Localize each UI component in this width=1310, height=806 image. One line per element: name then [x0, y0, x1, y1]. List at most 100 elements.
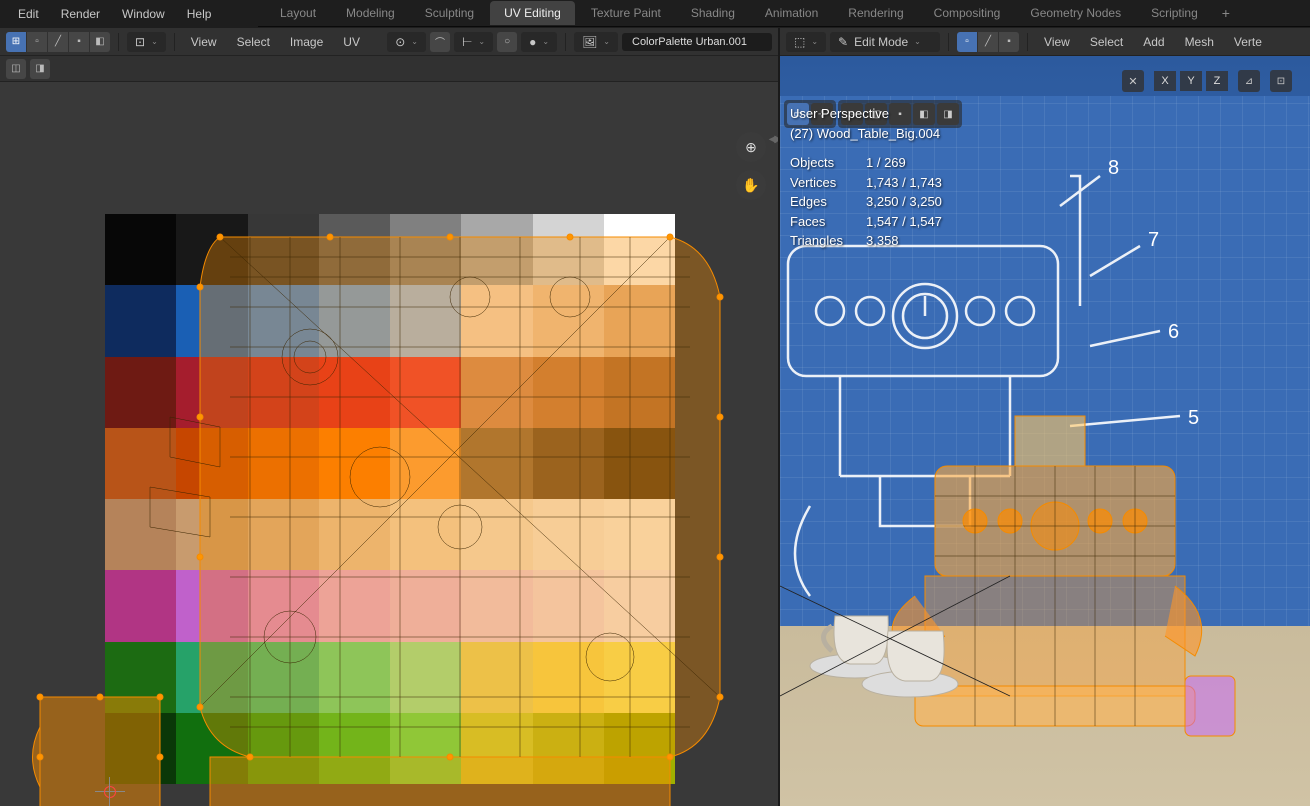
- palette-swatch: [176, 428, 247, 499]
- palette-swatch: [176, 214, 247, 285]
- tab-uv-editing[interactable]: UV Editing: [490, 1, 575, 25]
- tab-layout[interactable]: Layout: [266, 1, 330, 25]
- palette-swatch: [248, 499, 319, 570]
- 3d-viewport[interactable]: 8 7 6 5: [780, 56, 1310, 806]
- tab-add[interactable]: +: [1214, 1, 1238, 25]
- palette-swatch: [604, 713, 675, 784]
- palette-swatch: [319, 570, 390, 641]
- palette-swatch: [390, 570, 461, 641]
- palette-swatch: [176, 285, 247, 356]
- edge-mode-icon[interactable]: ╱: [978, 32, 998, 52]
- palette-swatch: [319, 428, 390, 499]
- face-select-mode-icon[interactable]: ▪: [69, 32, 89, 52]
- vertex-mode-icon[interactable]: ▫: [957, 32, 977, 52]
- zoom-button[interactable]: ⊕: [736, 132, 766, 162]
- mirror-x-button[interactable]: X: [1154, 71, 1176, 91]
- palette-swatch: [105, 499, 176, 570]
- palette-swatch: [533, 499, 604, 570]
- mirror-y-button[interactable]: Y: [1180, 71, 1202, 91]
- editor-type-dropdown[interactable]: ⬚⌄: [786, 32, 826, 52]
- vertex-select-mode-icon[interactable]: ▫: [27, 32, 47, 52]
- uv-menu-uv[interactable]: UV: [335, 31, 368, 53]
- uv-snap-dropdown[interactable]: ⊡⌄: [127, 32, 166, 52]
- palette-swatch: [461, 285, 532, 356]
- palette-swatch: [461, 499, 532, 570]
- pivot-icon: ⊙: [395, 35, 405, 49]
- perspective-label: User Perspective: [790, 104, 942, 124]
- palette-swatch: [248, 428, 319, 499]
- palette-swatch: [248, 642, 319, 713]
- snap-options-dropdown[interactable]: ⊢⌄: [454, 32, 493, 52]
- palette-swatch: [390, 428, 461, 499]
- display-channels-icon[interactable]: ◫: [6, 59, 26, 79]
- menu-edit[interactable]: Edit: [8, 3, 49, 25]
- tab-sculpting[interactable]: Sculpting: [411, 1, 488, 25]
- uv-sync-selection-icon[interactable]: ⊞: [6, 32, 26, 52]
- proportional-edit-icon[interactable]: ○: [497, 32, 517, 52]
- cursor-2d-icon: [95, 777, 125, 806]
- tab-texture-paint[interactable]: Texture Paint: [577, 1, 675, 25]
- uv-menu-view[interactable]: View: [183, 31, 225, 53]
- palette-swatch: [319, 642, 390, 713]
- image-name-field[interactable]: ColorPalette Urban.001: [622, 33, 772, 51]
- face-mode-icon[interactable]: ▪: [999, 32, 1019, 52]
- palette-swatch: [319, 214, 390, 285]
- palette-swatch: [248, 214, 319, 285]
- edge-select-mode-icon[interactable]: ╱: [48, 32, 68, 52]
- menu-window[interactable]: Window: [112, 3, 175, 25]
- palette-swatch: [390, 642, 461, 713]
- palette-swatch: [319, 499, 390, 570]
- menu-help[interactable]: Help: [177, 3, 222, 25]
- tab-geometry-nodes[interactable]: Geometry Nodes: [1016, 1, 1135, 25]
- snap-toggle-icon[interactable]: ⌒: [430, 32, 450, 52]
- viewport-stats: User Perspective (27) Wood_Table_Big.004…: [790, 104, 942, 251]
- mirror-z-button[interactable]: Z: [1206, 71, 1228, 91]
- workspace-tabs: Layout Modeling Sculpting UV Editing Tex…: [258, 0, 1310, 27]
- palette-swatch: [105, 642, 176, 713]
- palette-swatch: [248, 570, 319, 641]
- palette-swatch: [461, 713, 532, 784]
- palette-swatch: [461, 214, 532, 285]
- uv-menu-select[interactable]: Select: [229, 31, 278, 53]
- image-browse-dropdown[interactable]: 🖼⌄: [574, 32, 618, 52]
- uv-menu-image[interactable]: Image: [282, 31, 331, 53]
- mirror-icon[interactable]: ✕: [1122, 70, 1144, 92]
- tab-shading[interactable]: Shading: [677, 1, 749, 25]
- mesh-auto-merge-icon[interactable]: ⊡: [1270, 70, 1292, 92]
- viewport-menu-add[interactable]: Add: [1135, 31, 1172, 53]
- uv-viewport[interactable]: ⊕ ✋ ◀▶: [0, 82, 778, 806]
- palette-swatch: [461, 357, 532, 428]
- tab-rendering[interactable]: Rendering: [834, 1, 917, 25]
- palette-swatch: [461, 570, 532, 641]
- tab-modeling[interactable]: Modeling: [332, 1, 409, 25]
- pivot-dropdown[interactable]: ⊙⌄: [387, 32, 426, 52]
- viewport-menu-vertex[interactable]: Verte: [1226, 31, 1270, 53]
- mirror-options-icon[interactable]: ⊿: [1238, 70, 1260, 92]
- editor-type-group: ⊞ ▫ ╱ ▪ ◧: [6, 32, 110, 52]
- palette-swatch: [533, 713, 604, 784]
- palette-swatch: [176, 570, 247, 641]
- palette-swatch: [319, 357, 390, 428]
- viewport-menu-view[interactable]: View: [1036, 31, 1078, 53]
- viewport-menu-mesh[interactable]: Mesh: [1177, 31, 1222, 53]
- palette-swatch: [533, 642, 604, 713]
- pan-button[interactable]: ✋: [736, 170, 766, 200]
- panel-resize-handle[interactable]: ◀▶: [769, 134, 778, 145]
- edit-mode-icon: ✎: [838, 35, 848, 49]
- tab-animation[interactable]: Animation: [751, 1, 832, 25]
- tab-compositing[interactable]: Compositing: [920, 1, 1015, 25]
- uv-header: ⊞ ▫ ╱ ▪ ◧ ⊡⌄ View Select Image UV ⊙⌄ ⌒ ⊢…: [0, 28, 778, 56]
- palette-swatch: [105, 214, 176, 285]
- mode-dropdown[interactable]: ✎ Edit Mode ⌄: [830, 32, 940, 52]
- palette-swatch: [604, 642, 675, 713]
- proportional-dropdown[interactable]: ●⌄: [521, 32, 557, 52]
- show-overlays-icon[interactable]: ◨: [30, 59, 50, 79]
- blueprint-label-8: 8: [1108, 157, 1119, 179]
- blueprint-label-7: 7: [1148, 229, 1159, 251]
- tab-scripting[interactable]: Scripting: [1137, 1, 1212, 25]
- menu-render[interactable]: Render: [51, 3, 110, 25]
- color-palette-texture: [105, 214, 675, 784]
- island-select-mode-icon[interactable]: ◧: [90, 32, 110, 52]
- palette-swatch: [604, 214, 675, 285]
- viewport-menu-select[interactable]: Select: [1082, 31, 1131, 53]
